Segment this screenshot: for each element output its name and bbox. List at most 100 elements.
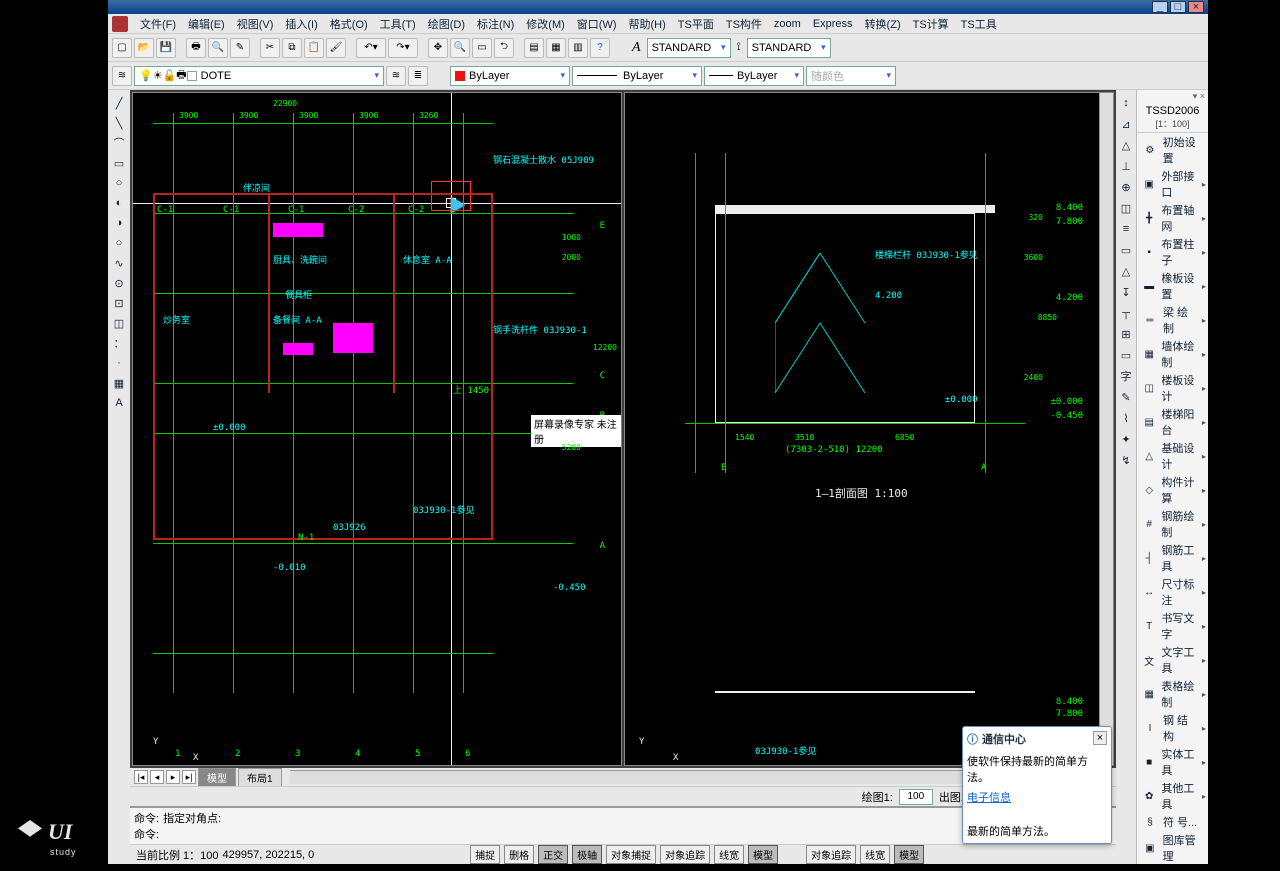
- menu-help[interactable]: 帮助(H): [623, 14, 672, 34]
- circle-icon[interactable]: ◑: [110, 214, 128, 232]
- palette-item-17[interactable]: I钢 结 构▸: [1137, 711, 1208, 745]
- palette-item-8[interactable]: ▤楼梯阳台▸: [1137, 405, 1208, 439]
- palette-item-1[interactable]: ▣外部接口▸: [1137, 167, 1208, 201]
- polygon-icon[interactable]: ▭: [110, 154, 128, 172]
- plotstyle-combo[interactable]: 随颜色 ▾: [806, 66, 896, 86]
- palette-item-7[interactable]: ◫楼板设计▸: [1137, 371, 1208, 405]
- xline-icon[interactable]: ╲: [110, 114, 128, 132]
- tab-layout1[interactable]: 布局1: [238, 768, 282, 787]
- mod-13-icon[interactable]: ▭: [1117, 346, 1135, 364]
- menu-tstools[interactable]: TS工具: [955, 14, 1003, 34]
- menu-dim[interactable]: 标注(N): [471, 14, 520, 34]
- menu-view[interactable]: 视图(V): [231, 14, 280, 34]
- block-icon[interactable]: ：: [110, 334, 128, 352]
- spline-icon[interactable]: ∿: [110, 254, 128, 272]
- undo-icon[interactable]: ↶▾: [356, 38, 386, 58]
- color-combo[interactable]: ByLayer ▾: [450, 66, 570, 86]
- toggle-otrack2[interactable]: 对象追踪: [806, 845, 856, 864]
- toggle-lwt2[interactable]: 线宽: [860, 845, 890, 864]
- layer-prev-icon[interactable]: ≋: [386, 66, 406, 86]
- toggle-model[interactable]: 模型: [748, 845, 778, 864]
- mod-7-icon[interactable]: ≡: [1117, 220, 1135, 238]
- open-icon[interactable]: 📂: [134, 38, 154, 58]
- menu-convert[interactable]: 转换(Z): [859, 14, 907, 34]
- palette-item-20[interactable]: §符 号...: [1137, 813, 1208, 831]
- palette-item-18[interactable]: ■实体工具▸: [1137, 745, 1208, 779]
- mod-11-icon[interactable]: ┬: [1117, 304, 1135, 322]
- menu-tscalc[interactable]: TS计算: [907, 14, 955, 34]
- props-icon[interactable]: ▤: [524, 38, 544, 58]
- mod-5-icon[interactable]: ⊕: [1117, 178, 1135, 196]
- layer-mgr-icon[interactable]: ≋: [112, 66, 132, 86]
- mod-3-icon[interactable]: △: [1117, 136, 1135, 154]
- minimize-button[interactable]: _: [1152, 1, 1168, 13]
- dimstyle-combo[interactable]: STANDARD▾: [747, 38, 831, 58]
- zoom-rt-icon[interactable]: 🔍: [450, 38, 470, 58]
- match-icon[interactable]: 🖌: [326, 38, 346, 58]
- menu-tsplan[interactable]: TS平面: [672, 14, 720, 34]
- paste-icon[interactable]: 📋: [304, 38, 324, 58]
- linetype-combo[interactable]: ByLayer ▾: [572, 66, 702, 86]
- revcloud-icon[interactable]: ○: [110, 234, 128, 252]
- lineweight-combo[interactable]: ByLayer ▾: [704, 66, 804, 86]
- arc-icon[interactable]: ◐: [110, 194, 128, 212]
- help-icon[interactable]: ?: [590, 38, 610, 58]
- mod-6-icon[interactable]: ◫: [1117, 199, 1135, 217]
- menu-file[interactable]: 文件(F): [134, 14, 182, 34]
- palette-item-2[interactable]: ╋布置轴网▸: [1137, 201, 1208, 235]
- mod-8-icon[interactable]: ▭: [1117, 241, 1135, 259]
- close-button[interactable]: ×: [1188, 1, 1204, 13]
- layer-states-icon[interactable]: ≣: [408, 66, 428, 86]
- palette-item-11[interactable]: #钢筋绘制▸: [1137, 507, 1208, 541]
- palette-item-10[interactable]: ◇构件计算▸: [1137, 473, 1208, 507]
- line-icon[interactable]: ╱: [110, 94, 128, 112]
- toggle-lwt[interactable]: 线宽: [714, 845, 744, 864]
- mod-16-icon[interactable]: ⌇: [1117, 409, 1135, 427]
- draw-scale-spin[interactable]: 100: [899, 789, 933, 805]
- ellipse-icon[interactable]: ⊙: [110, 274, 128, 292]
- palette-item-3[interactable]: ▪布置柱子▸: [1137, 235, 1208, 269]
- mod-14-icon[interactable]: 字: [1117, 367, 1135, 385]
- copy-icon[interactable]: ⧉: [282, 38, 302, 58]
- zoom-prev-icon[interactable]: ⮌: [494, 38, 514, 58]
- insert-icon[interactable]: ◫: [110, 314, 128, 332]
- palette-item-6[interactable]: ▦墙体绘制▸: [1137, 337, 1208, 371]
- popup-close-button[interactable]: ×: [1093, 731, 1107, 745]
- toggle-polar[interactable]: 极轴: [572, 845, 602, 864]
- palette-item-19[interactable]: ✿其他工具▸: [1137, 779, 1208, 813]
- mod-12-icon[interactable]: ⊞: [1117, 325, 1135, 343]
- palette-item-14[interactable]: T书写文字▸: [1137, 609, 1208, 643]
- palette-item-12[interactable]: ┤钢筋工具▸: [1137, 541, 1208, 575]
- menu-modify[interactable]: 修改(M): [520, 14, 571, 34]
- toggle-model2[interactable]: 模型: [894, 845, 924, 864]
- print-icon[interactable]: 🖶: [186, 38, 206, 58]
- ellipse-arc-icon[interactable]: ⊡: [110, 294, 128, 312]
- scrollbar-v[interactable]: [1099, 93, 1113, 765]
- toggle-osnap[interactable]: 对象捕捉: [606, 845, 656, 864]
- menu-draw[interactable]: 绘图(D): [422, 14, 471, 34]
- menu-zoom[interactable]: zoom: [768, 16, 807, 32]
- cut-icon[interactable]: ✂: [260, 38, 280, 58]
- menu-edit[interactable]: 编辑(E): [182, 14, 231, 34]
- mod-9-icon[interactable]: △: [1117, 262, 1135, 280]
- tab-first[interactable]: |◂: [134, 770, 148, 784]
- palette-item-13[interactable]: ↔尺寸标注▸: [1137, 575, 1208, 609]
- hatch-icon[interactable]: ▦: [110, 374, 128, 392]
- menu-tools[interactable]: 工具(T): [374, 14, 422, 34]
- tab-prev[interactable]: ◂: [150, 770, 164, 784]
- menu-insert[interactable]: 插入(I): [279, 14, 323, 34]
- tool-pal-icon[interactable]: ▥: [568, 38, 588, 58]
- redo-icon[interactable]: ↷▾: [388, 38, 418, 58]
- mod-17-icon[interactable]: ✦: [1117, 430, 1135, 448]
- menu-express[interactable]: Express: [807, 16, 859, 32]
- toggle-snap[interactable]: 捕捉: [470, 845, 500, 864]
- palette-item-5[interactable]: ═梁 绘 制▸: [1137, 303, 1208, 337]
- mod-18-icon[interactable]: ↯: [1117, 451, 1135, 469]
- pline-icon[interactable]: ⌒: [110, 134, 128, 152]
- viewport-left[interactable]: 22900 3900 3900 3900 3900 3260 钢石混凝土散水 0…: [132, 92, 622, 766]
- menu-tscomp[interactable]: TS构件: [720, 14, 768, 34]
- maximize-button[interactable]: □: [1170, 1, 1186, 13]
- zoom-win-icon[interactable]: ▭: [472, 38, 492, 58]
- popup-link[interactable]: 电子信息: [967, 789, 1011, 805]
- tab-model[interactable]: 模型: [198, 768, 236, 787]
